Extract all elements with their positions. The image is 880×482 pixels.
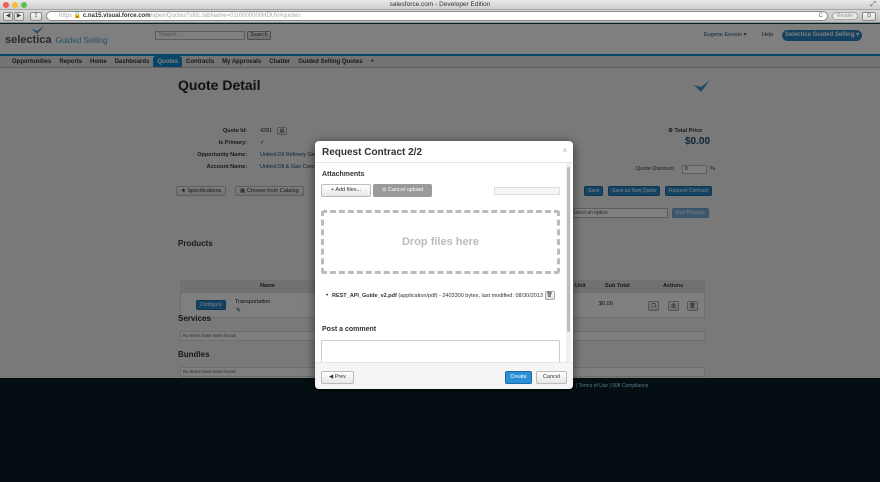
comment-textarea[interactable] — [321, 340, 560, 362]
lock-icon: 🔒 — [73, 13, 82, 19]
back-button[interactable]: ◀ — [3, 12, 13, 21]
close-window-icon[interactable] — [3, 2, 9, 8]
attached-file: REST_API_Guide_v2.pdf (application/pdf) … — [332, 291, 557, 301]
minimize-window-icon[interactable] — [12, 2, 18, 8]
prev-button[interactable]: ◀ Prev — [321, 371, 354, 384]
url-path: /apex/Quotes?sfdc.tabName=01r0000000HDUV… — [150, 13, 301, 19]
close-icon[interactable]: × — [562, 146, 567, 155]
dialog-footer: ◀ Prev Create Cancel — [315, 362, 573, 389]
cancel-button[interactable]: Cancel — [536, 371, 567, 384]
attachments-label: Attachments — [322, 171, 365, 178]
cancel-upload-button[interactable]: ⊘ Cancel upload — [373, 184, 432, 197]
fullscreen-icon[interactable]: ⤢ — [870, 1, 876, 9]
dialog-body: Attachments + Add files... ⊘ Cancel uplo… — [315, 163, 573, 362]
dialog-title: Request Contract 2/2 — [322, 147, 423, 158]
remove-file-icon[interactable]: 🗑 — [544, 291, 555, 301]
file-name: REST_API_Guide_v2.pdf — [332, 293, 397, 299]
upload-progress-bar — [494, 187, 560, 195]
file-meta: (application/pdf) - 2403300 bytes, last … — [398, 293, 514, 299]
create-button[interactable]: Create — [505, 371, 532, 384]
downloads-icon[interactable]: ⊙ — [862, 12, 876, 21]
url-host: c.na15.visual.force.com — [82, 13, 151, 19]
browser-toolbar: ◀ ▶ ⇪ https 🔒 c.na15.visual.force.com/ap… — [0, 10, 880, 23]
request-contract-dialog: Request Contract 2/2 × Attachments + Add… — [315, 141, 573, 389]
forward-button[interactable]: ▶ — [14, 12, 24, 21]
window-controls — [3, 2, 27, 8]
zoom-window-icon[interactable] — [21, 2, 27, 8]
reader-button[interactable]: Reader — [832, 12, 858, 20]
url-scheme: https — [59, 13, 73, 19]
file-date: 08/30/2013 — [515, 293, 543, 299]
window-titlebar: salesforce.com - Developer Edition ⤢ — [0, 0, 880, 10]
address-bar[interactable]: https 🔒 c.na15.visual.force.com/apex/Quo… — [46, 11, 828, 21]
file-drop-zone[interactable]: Drop files here — [321, 210, 560, 274]
share-button[interactable]: ⇪ — [30, 12, 42, 21]
add-files-button[interactable]: + Add files... — [321, 184, 371, 197]
post-comment-label: Post a comment — [322, 326, 377, 333]
dialog-scrollbar-thumb[interactable] — [567, 167, 570, 332]
file-bullet: • — [326, 293, 329, 299]
footer-links[interactable]: | Terms of Use | 508 Compliance — [576, 383, 648, 389]
reload-icon[interactable]: C — [819, 12, 823, 20]
window-title: salesforce.com - Developer Edition — [389, 1, 491, 8]
